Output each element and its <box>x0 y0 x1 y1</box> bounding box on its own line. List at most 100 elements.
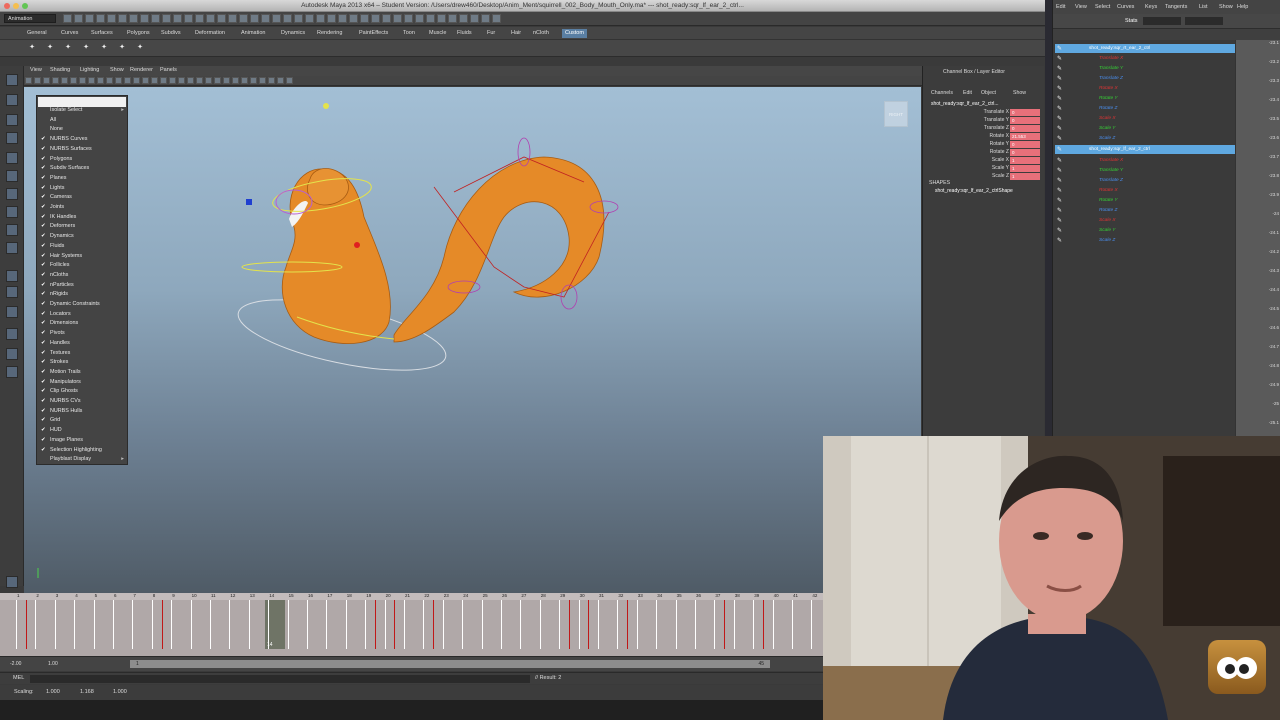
status-line-tool-icon[interactable] <box>239 14 248 23</box>
status-line-tool-icon[interactable] <box>492 14 501 23</box>
shelf-script-icon[interactable]: ✦ <box>135 43 145 53</box>
graph-outliner-channel[interactable]: Translate X <box>1099 54 1123 63</box>
channel-box-menu-object[interactable]: Object <box>981 90 996 96</box>
status-line-tool-icon[interactable] <box>382 14 391 23</box>
graph-outliner-channel[interactable]: Rotate X <box>1099 84 1118 93</box>
panel-toolbar-icon[interactable] <box>178 77 185 84</box>
key-icon[interactable]: ✎ <box>1057 157 1063 164</box>
shelf-tab-toon[interactable]: Toon <box>400 29 418 38</box>
show-menu-item[interactable]: ✔ Deformers <box>37 222 127 232</box>
key-icon[interactable]: ✎ <box>1057 65 1063 72</box>
show-menu-item[interactable]: ✔ Strokes <box>37 358 127 368</box>
status-line-tool-icon[interactable] <box>448 14 457 23</box>
shelf-tab-muscle[interactable]: Muscle <box>426 29 449 38</box>
show-menu-item[interactable]: ✔ NURBS Curves <box>37 135 127 145</box>
status-line-tool-icon[interactable] <box>140 14 149 23</box>
panel-menu-shading[interactable]: Shading <box>50 67 70 73</box>
status-line-tool-icon[interactable] <box>393 14 402 23</box>
graph-outliner-channel[interactable]: Rotate Z <box>1099 104 1117 113</box>
mel-label[interactable]: MEL <box>13 675 24 681</box>
graph-menu-list[interactable]: List <box>1199 4 1208 10</box>
status-line-tool-icon[interactable] <box>415 14 424 23</box>
keyframe-marker[interactable] <box>394 600 396 649</box>
panel-toolbar-icon[interactable] <box>187 77 194 84</box>
show-menu-item[interactable]: ✔ Dimensions <box>37 319 127 329</box>
keyframe-marker[interactable] <box>762 600 764 649</box>
panel-toolbar-icon[interactable] <box>241 77 248 84</box>
tool-icon[interactable] <box>6 170 18 182</box>
show-menu-item[interactable]: ✔ Locators <box>37 310 127 320</box>
graph-menu-select[interactable]: Select <box>1095 4 1110 10</box>
status-line-tool-icon[interactable] <box>96 14 105 23</box>
shelf-tab-hair[interactable]: Hair <box>508 29 524 38</box>
key-icon[interactable]: ✎ <box>1057 217 1063 224</box>
panel-menu-show[interactable]: Show <box>110 67 124 73</box>
show-menu-item[interactable]: ✔ IK Handles <box>37 213 127 223</box>
channel-attr-label[interactable]: Rotate Z <box>931 148 1009 156</box>
graph-outliner-channel[interactable]: Scale X <box>1099 216 1116 225</box>
graph-outliner-channel[interactable]: Rotate X <box>1099 186 1118 195</box>
status-line-tool-icon[interactable] <box>360 14 369 23</box>
shelf-tab-curves[interactable]: Curves <box>58 29 81 38</box>
key-icon[interactable]: ✎ <box>1057 125 1063 132</box>
graph-menu-curves[interactable]: Curves <box>1117 4 1134 10</box>
status-line-tool-icon[interactable] <box>437 14 446 23</box>
channel-attr-value[interactable]: 1 <box>1010 172 1040 180</box>
panel-toolbar-icon[interactable] <box>115 77 122 84</box>
shape-name[interactable]: shot_ready:sqr_lf_ear_2_ctrlShape <box>935 188 1013 194</box>
squirrel-tail[interactable] <box>393 156 605 343</box>
status-line-tool-icon[interactable] <box>404 14 413 23</box>
selected-ctrl-point[interactable] <box>246 199 252 205</box>
status-line-tool-icon[interactable] <box>195 14 204 23</box>
status-line-tool-icon[interactable] <box>74 14 83 23</box>
panel-toolbar-icon[interactable] <box>259 77 266 84</box>
show-menu-item[interactable]: ✔ Manipulators <box>37 378 127 388</box>
channel-attr-value[interactable]: 1 <box>1010 164 1040 172</box>
tool-icon[interactable] <box>6 576 18 588</box>
key-icon[interactable]: ✎ <box>1057 85 1063 92</box>
key-icon[interactable]: ✎ <box>1057 55 1063 62</box>
graph-outliner-channel[interactable]: Translate X <box>1099 156 1123 165</box>
shelf-tab-dynamics[interactable]: Dynamics <box>278 29 308 38</box>
tool-icon[interactable] <box>6 224 18 236</box>
keyframe-marker[interactable] <box>627 600 629 649</box>
stats-field-2[interactable] <box>1185 17 1223 25</box>
show-menu-item[interactable]: ✔ Subdiv Surfaces <box>37 164 127 174</box>
panel-toolbar-icon[interactable] <box>223 77 230 84</box>
graph-outliner-channel[interactable]: Scale Z <box>1099 134 1115 143</box>
show-menu-item[interactable]: ✔ NURBS CVs <box>37 397 127 407</box>
keyframe-marker[interactable] <box>374 600 376 649</box>
status-line-tool-icon[interactable] <box>129 14 138 23</box>
panel-menu-view[interactable]: View <box>30 67 42 73</box>
panel-toolbar-icon[interactable] <box>151 77 158 84</box>
status-line-tool-icon[interactable] <box>173 14 182 23</box>
graph-menu-edit[interactable]: Edit <box>1056 4 1065 10</box>
shelf-tab-custom[interactable]: Custom <box>562 29 587 38</box>
graph-outliner-channel[interactable]: Scale X <box>1099 114 1116 123</box>
tool-icon[interactable] <box>6 242 18 254</box>
show-menu-item[interactable]: ✔ nCloths <box>37 271 127 281</box>
panel-toolbar-icon[interactable] <box>88 77 95 84</box>
status-line-tool-icon[interactable] <box>228 14 237 23</box>
show-menu-item[interactable]: ✔ Joints <box>37 203 127 213</box>
status-line-tool-icon[interactable] <box>162 14 171 23</box>
status-line-tool-icon[interactable] <box>184 14 193 23</box>
tool-icon[interactable] <box>6 132 18 144</box>
graph-outliner-channel[interactable]: Rotate Z <box>1099 206 1117 215</box>
channel-box-menu-channels[interactable]: Channels <box>931 90 953 96</box>
channel-attr-value[interactable]: 0 <box>1010 140 1040 148</box>
key-icon[interactable]: ✎ <box>1057 75 1063 82</box>
show-menu-item[interactable]: ✔ Cameras <box>37 193 127 203</box>
show-menu-item[interactable]: ✔ Dynamic Constraints <box>37 300 127 310</box>
panel-splitter[interactable] <box>1045 0 1052 436</box>
status-line-tool-icon[interactable] <box>217 14 226 23</box>
channel-attr-value[interactable]: 0 <box>1010 108 1040 116</box>
key-icon[interactable]: ✎ <box>1057 115 1063 122</box>
panel-toolbar-icon[interactable] <box>70 77 77 84</box>
keyframe-marker[interactable] <box>25 600 27 649</box>
panel-toolbar-icon[interactable] <box>142 77 149 84</box>
status-line-tool-icon[interactable] <box>206 14 215 23</box>
show-menu-item[interactable]: None <box>37 125 127 135</box>
show-menu-item[interactable]: ✔ Image Planes <box>37 436 127 446</box>
panel-menu-renderer[interactable]: Renderer <box>130 67 153 73</box>
